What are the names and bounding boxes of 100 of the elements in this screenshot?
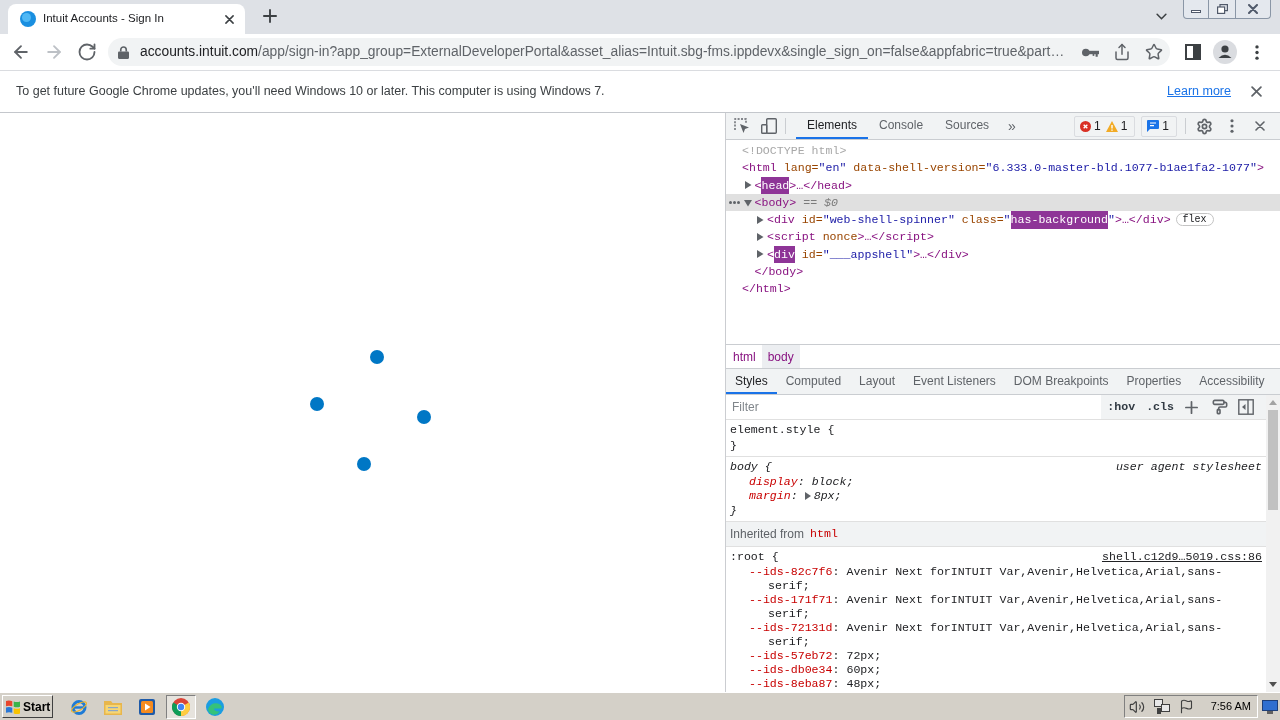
source-label: user agent stylesheet <box>1115 459 1262 476</box>
folder-icon <box>104 698 122 715</box>
styles-tab[interactable]: Accessibility <box>1190 369 1274 394</box>
menu-icon <box>1255 44 1259 60</box>
css-declaration[interactable]: --ids-82c7f6: Avenir Next forINTUIT Var,Avenir,Helvetica,Arial,sans-serif; <box>730 565 1262 593</box>
restore-button[interactable] <box>1209 0 1236 19</box>
dom-tree-row[interactable]: <head>…</head> <box>726 176 1280 194</box>
more-dots-icon[interactable] <box>729 200 740 204</box>
device-toolbar-button[interactable] <box>761 118 777 134</box>
disclosure-triangle-icon[interactable] <box>743 181 752 190</box>
restore-icon <box>1216 4 1228 14</box>
show-desktop-button[interactable] <box>1262 698 1278 715</box>
close-icon <box>1248 4 1258 14</box>
disclosure-triangle-icon[interactable] <box>756 233 764 242</box>
minimize-icon <box>1191 10 1201 13</box>
styles-tab[interactable]: Properties <box>1117 369 1191 394</box>
inherited-selector-link[interactable]: html <box>810 525 838 543</box>
styles-tab[interactable]: Event Listeners <box>904 369 1005 394</box>
styles-tab[interactable]: DOM Breakpoints <box>1004 369 1118 394</box>
message-icon <box>1147 120 1160 132</box>
filter-toggle-button[interactable]: .cls <box>1142 397 1178 417</box>
issues-counter-button[interactable]: 1 <box>1141 115 1177 137</box>
address-bar[interactable]: accounts.intuit.com/app/sign-in?app_group=ExternalDeveloperPortal&asset_alias=Intuit.sbg-fms.ippdevx&single_sign_on=false&appfabric=true&part… <box>108 38 1170 66</box>
dom-tree-row[interactable]: </body> <box>726 263 1280 281</box>
css-declaration[interactable]: margin: 8px; <box>730 489 1262 503</box>
media-player-icon <box>139 698 155 715</box>
chevron-down-icon <box>1155 12 1167 20</box>
dom-tree-row[interactable]: <div id="web-shell-spinner" class="has-background">…</div> flex <box>726 211 1280 229</box>
toggle-sidebar-button[interactable] <box>1238 399 1254 415</box>
css-selector[interactable]: body { <box>730 458 772 476</box>
url-text: accounts.intuit.com/app/sign-in?app_group=ExternalDeveloperPortal&asset_alias=Intuit.sbg-fms.ippdevx&single_sign_on=false&appfabric=true&part… <box>140 42 1065 61</box>
scrollbar-thumb[interactable] <box>1268 410 1278 510</box>
arrow-right-icon <box>44 42 64 62</box>
warning-icon <box>1105 120 1118 132</box>
css-declaration[interactable]: display: block; <box>730 475 1262 489</box>
plus-icon <box>263 9 277 23</box>
disclosure-triangle-icon[interactable] <box>743 198 752 207</box>
color-format-button[interactable] <box>1212 399 1228 415</box>
closing-brace: } <box>730 502 737 519</box>
taskbar-app-button[interactable] <box>166 694 196 719</box>
more-tabs-button[interactable]: » <box>1000 113 1024 139</box>
issues-counter-button[interactable]: 1 1 <box>1073 115 1136 137</box>
css-declaration[interactable]: --ids-171f71: Avenir Next forINTUIT Var,Avenir,Helvetica,Arial,sans-serif; <box>730 593 1262 621</box>
close-icon <box>1250 86 1262 97</box>
breadcrumb[interactable]: body <box>761 345 800 368</box>
source-link[interactable]: shell.c12d9…5019.css:86 <box>1101 548 1262 566</box>
error-icon <box>1079 120 1091 132</box>
network-icon[interactable] <box>1153 698 1170 715</box>
arrow-left-icon <box>11 42 31 62</box>
sidebar-toggle-icon <box>1238 399 1254 415</box>
browser-e-logo-icon <box>70 697 88 716</box>
settings-icon <box>1195 117 1213 135</box>
flag-icon[interactable] <box>1178 699 1194 714</box>
key-icon <box>1081 47 1099 57</box>
close-window-button[interactable] <box>1236 0 1271 19</box>
filter-toggle-button[interactable]: :hov <box>1103 397 1140 417</box>
clock[interactable]: 7:56 AM <box>1210 698 1251 715</box>
spinner-dot-icon <box>417 410 431 424</box>
css-declaration[interactable]: --ids-72131d: Avenir Next forINTUIT Var,Avenir,Helvetica,Arial,sans-serif; <box>730 621 1262 649</box>
breadcrumb[interactable]: html <box>727 345 762 368</box>
css-declaration[interactable]: --ids-8eba87: 48px; <box>730 677 1262 691</box>
expand-triangle-icon[interactable] <box>804 491 811 500</box>
profile-button[interactable] <box>1211 38 1239 66</box>
scroll-down-arrow-icon[interactable] <box>1269 682 1277 687</box>
css-declaration[interactable]: --ids-57eb72: 72px; <box>730 649 1262 663</box>
dom-tree-row[interactable]: <body> == $0 <box>726 193 1280 212</box>
plus-icon <box>1184 400 1198 414</box>
css-declaration[interactable]: --ids-db0e34: 60px; <box>730 663 1262 677</box>
circle-favicon-icon <box>20 11 36 27</box>
devtools-tab[interactable]: Console <box>868 113 935 139</box>
minimize-button[interactable] <box>1183 0 1209 19</box>
css-selector[interactable]: :root { <box>730 548 779 566</box>
styles-tab[interactable]: Computed <box>776 369 851 394</box>
disclosure-triangle-icon[interactable] <box>756 215 764 224</box>
browser-tab[interactable]: Intuit Accounts - Sign In <box>8 4 245 34</box>
dom-tree-row[interactable]: </html> <box>726 280 1280 298</box>
new-style-rule-button[interactable] <box>1183 399 1199 415</box>
styles-tab[interactable]: Layout <box>850 369 905 394</box>
scrollbar[interactable] <box>1266 395 1280 692</box>
wave-logo-icon <box>206 697 224 716</box>
css-selector[interactable]: element.style { <box>730 421 835 439</box>
more-options-icon <box>1230 119 1234 133</box>
filter-field[interactable]: Filter <box>726 395 1102 419</box>
inspect-element-button[interactable] <box>734 118 750 134</box>
disclosure-triangle-icon[interactable] <box>756 250 764 259</box>
side-panel-icon <box>1185 44 1201 60</box>
dom-tree-row[interactable]: <script nonce>…</script> <box>726 228 1280 246</box>
share-icon <box>1113 43 1131 61</box>
speaker-icon[interactable] <box>1128 698 1145 715</box>
chrome-logo-icon <box>172 697 190 716</box>
inherited-label: Inherited from <box>730 526 805 543</box>
dom-tree-row[interactable]: <html lang="en" data-shell-version="6.333.0-master-bld.1077-b1ae1fa2-1077"> <box>726 159 1280 177</box>
info-message: To get future Google Chrome updates, you'll need Windows 10 or later. This computer is using Windows 7. <box>16 83 605 101</box>
reload-icon <box>77 42 97 62</box>
start-button[interactable]: Start <box>2 695 53 718</box>
spinner-dot-icon <box>310 397 324 411</box>
learn-more-link[interactable]: Learn more <box>1167 82 1231 101</box>
devtools-tab[interactable]: Sources <box>934 113 1001 139</box>
spinner-dot-icon <box>357 457 371 471</box>
desktop-icon <box>1262 699 1278 714</box>
